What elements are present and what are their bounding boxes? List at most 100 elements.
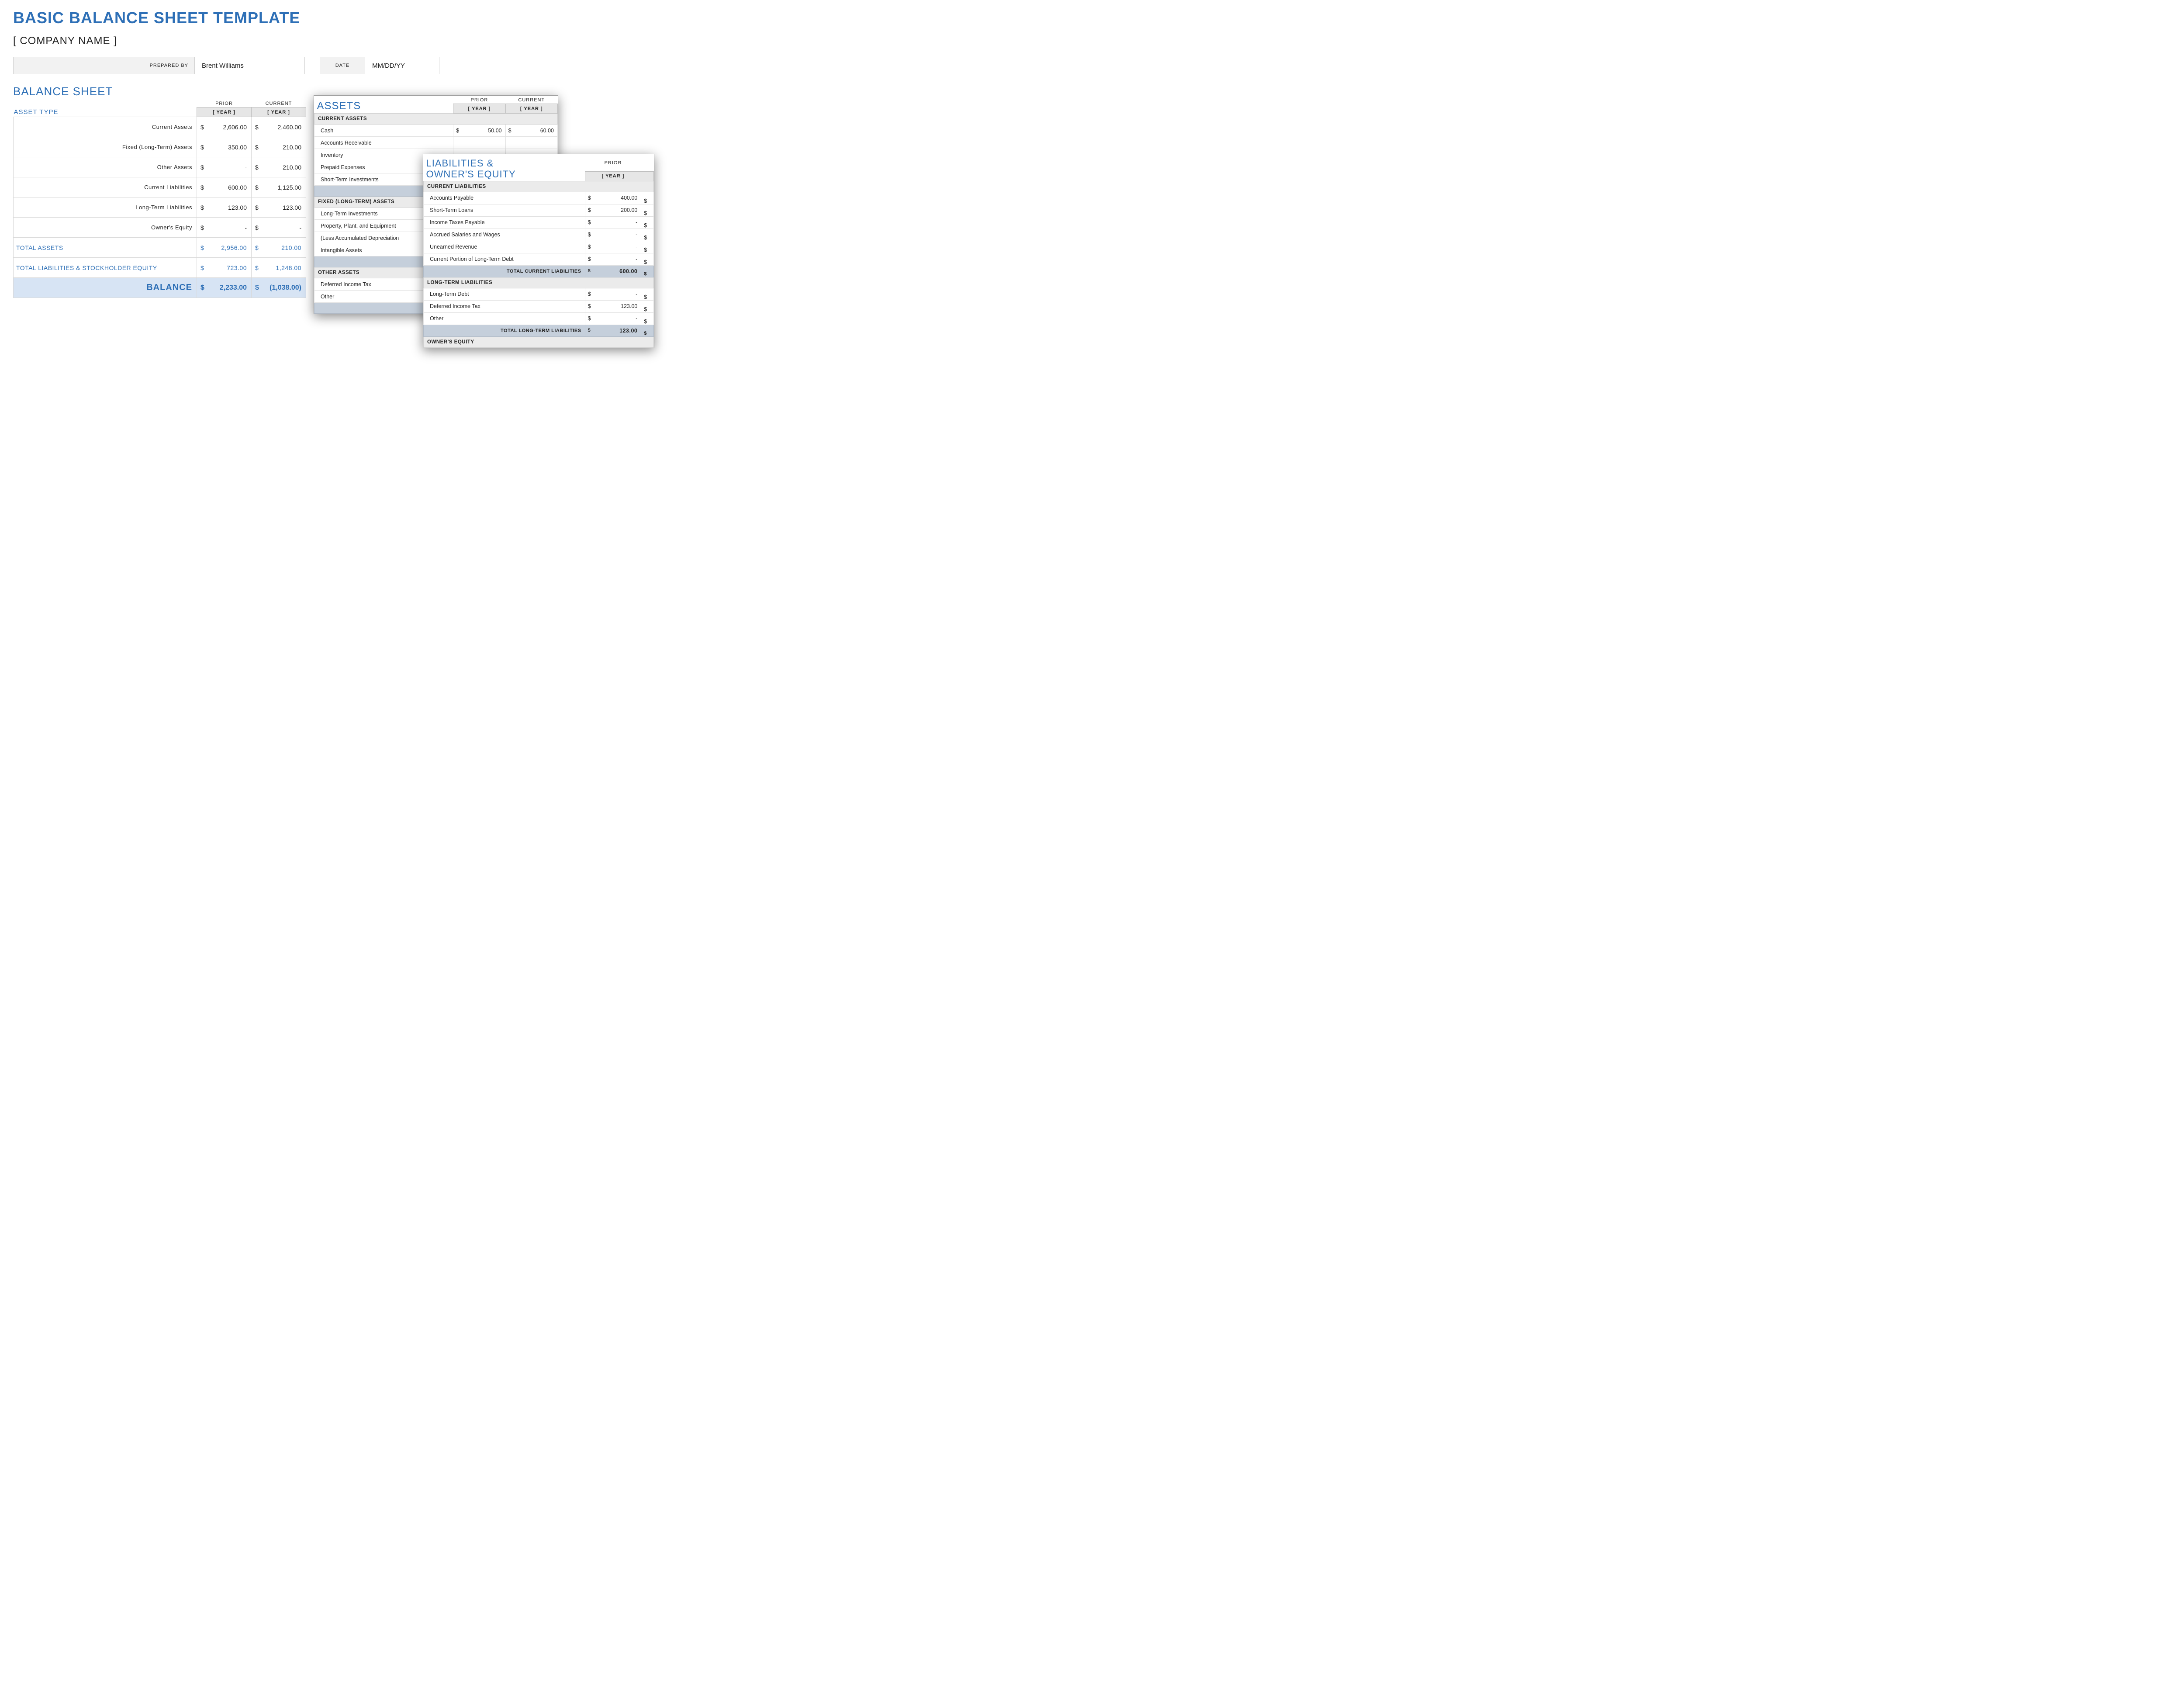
table-row: Unearned Revenue$-$ <box>424 241 654 253</box>
summary-row-label: Long-Term Liabilities <box>14 197 197 218</box>
line-current[interactable]: $60.00 <box>505 125 557 137</box>
line-label: Unearned Revenue <box>424 241 585 253</box>
summary-row-prior[interactable]: $2,606.00 <box>197 117 252 137</box>
summary-row-current[interactable]: $1,125.00 <box>252 177 306 197</box>
table-row: Accounts Payable$400.00$ <box>424 192 654 204</box>
total-liab-current: $1,248.00 <box>252 258 306 278</box>
line-current-stub[interactable]: $ <box>641 204 654 216</box>
summary-row-label: Fixed (Long-Term) Assets <box>14 137 197 157</box>
total-assets-prior: $2,956.00 <box>197 238 252 258</box>
line-label: Short-Term Loans <box>424 204 585 216</box>
assets-prior-year[interactable]: [ YEAR ] <box>453 104 505 114</box>
summary-row-prior[interactable]: $600.00 <box>197 177 252 197</box>
balance-row: BALANCE $2,233.00 $(1,038.00) <box>14 278 306 298</box>
total-assets-label: TOTAL ASSETS <box>14 238 197 258</box>
summary-row-current[interactable]: $210.00 <box>252 157 306 177</box>
liab-total-longterm-label: TOTAL LONG-TERM LIABILITIES <box>424 325 585 336</box>
summary-row-label: Current Liabilities <box>14 177 197 197</box>
line-label: Deferred Income Tax <box>424 300 585 312</box>
line-prior[interactable]: $- <box>585 253 641 265</box>
line-prior[interactable]: $- <box>585 312 641 325</box>
line-prior[interactable] <box>453 137 505 149</box>
summary-row-current[interactable]: $- <box>252 218 306 238</box>
col-prior-label: PRIOR <box>197 99 252 107</box>
line-label: Accounts Receivable <box>314 137 453 149</box>
summary-row: Fixed (Long-Term) Assets$350.00$210.00 <box>14 137 306 157</box>
line-current-stub[interactable]: $ <box>641 312 654 325</box>
summary-row-label: Owner's Equity <box>14 218 197 238</box>
line-current[interactable] <box>505 137 557 149</box>
table-row: Deferred Income Tax$123.00$ <box>424 300 654 312</box>
line-prior[interactable]: $50.00 <box>453 125 505 137</box>
prior-year-cell[interactable]: [ YEAR ] <box>197 107 252 117</box>
liab-col-prior: PRIOR <box>585 154 641 171</box>
current-liab-header: CURRENT LIABILITIES <box>424 181 654 192</box>
liab-total-current-prior: $600.00 <box>585 265 641 277</box>
total-liab-row: TOTAL LIABILITIES & STOCKHOLDER EQUITY $… <box>14 258 306 278</box>
table-row: Other$-$ <box>424 312 654 325</box>
line-current-stub[interactable]: $ <box>641 192 654 204</box>
longterm-liab-header: LONG-TERM LIABILITIES <box>424 277 654 288</box>
total-assets-current: $210.00 <box>252 238 306 258</box>
date-value[interactable]: MM/DD/YY <box>365 57 439 74</box>
summary-row-label: Other Assets <box>14 157 197 177</box>
line-label: Income Taxes Payable <box>424 216 585 229</box>
line-label: Current Portion of Long-Term Debt <box>424 253 585 265</box>
liab-total-current-label: TOTAL CURRENT LIABILITIES <box>424 265 585 277</box>
line-prior[interactable]: $123.00 <box>585 300 641 312</box>
table-row: Long-Term Debt$-$ <box>424 288 654 300</box>
summary-row: Current Assets$2,606.00$2,460.00 <box>14 117 306 137</box>
line-label: Accrued Salaries and Wages <box>424 229 585 241</box>
liab-prior-year[interactable]: [ YEAR ] <box>585 171 641 181</box>
line-prior[interactable]: $400.00 <box>585 192 641 204</box>
summary-row-prior[interactable]: $- <box>197 218 252 238</box>
balance-label: BALANCE <box>14 278 197 298</box>
balance-prior: $2,233.00 <box>197 278 252 298</box>
liab-total-longterm-row: TOTAL LONG-TERM LIABILITIES $123.00 $ <box>424 325 654 336</box>
prepared-by-box: PREPARED BY Brent Williams <box>13 57 305 74</box>
line-current-stub[interactable]: $ <box>641 253 654 265</box>
line-prior[interactable]: $- <box>585 241 641 253</box>
summary-row-current[interactable]: $2,460.00 <box>252 117 306 137</box>
current-year-cell[interactable]: [ YEAR ] <box>252 107 306 117</box>
summary-row-prior[interactable]: $123.00 <box>197 197 252 218</box>
line-current-stub[interactable]: $ <box>641 216 654 229</box>
line-label: Long-Term Debt <box>424 288 585 300</box>
company-name: [ COMPANY NAME ] <box>13 35 642 47</box>
line-current-stub[interactable]: $ <box>641 229 654 241</box>
liabilities-panel-title: LIABILITIES &OWNER'S EQUITY <box>424 154 585 181</box>
line-prior[interactable]: $- <box>585 288 641 300</box>
summary-row: Long-Term Liabilities$123.00$123.00 <box>14 197 306 218</box>
assets-panel-title: ASSETS <box>314 96 453 114</box>
meta-row: PREPARED BY Brent Williams DATE MM/DD/YY <box>13 57 642 74</box>
total-assets-row: TOTAL ASSETS $2,956.00 $210.00 <box>14 238 306 258</box>
summary-row-prior[interactable]: $- <box>197 157 252 177</box>
summary-row-prior[interactable]: $350.00 <box>197 137 252 157</box>
summary-row-label: Current Assets <box>14 117 197 137</box>
line-prior[interactable]: $- <box>585 229 641 241</box>
date-box: DATE MM/DD/YY <box>320 57 439 74</box>
line-current-stub[interactable]: $ <box>641 300 654 312</box>
summary-row: Owner's Equity$-$- <box>14 218 306 238</box>
summary-row-current[interactable]: $210.00 <box>252 137 306 157</box>
prepared-by-value[interactable]: Brent Williams <box>195 57 305 74</box>
line-current-stub[interactable]: $ <box>641 288 654 300</box>
date-label: DATE <box>320 57 365 74</box>
liab-total-current-row: TOTAL CURRENT LIABILITIES $600.00 $ <box>424 265 654 277</box>
summary-row: Current Liabilities$600.00$1,125.00 <box>14 177 306 197</box>
assets-col-prior: PRIOR <box>453 96 505 104</box>
summary-table: ASSET TYPE PRIOR CURRENT [ YEAR ] [ YEAR… <box>13 99 306 298</box>
doc-title: BASIC BALANCE SHEET TEMPLATE <box>13 9 642 27</box>
line-label: Accounts Payable <box>424 192 585 204</box>
line-label: Other <box>424 312 585 325</box>
line-prior[interactable]: $200.00 <box>585 204 641 216</box>
liab-total-longterm-prior: $123.00 <box>585 325 641 336</box>
current-assets-header: CURRENT ASSETS <box>314 114 558 125</box>
line-current-stub[interactable]: $ <box>641 241 654 253</box>
line-prior[interactable]: $- <box>585 216 641 229</box>
prepared-by-label: PREPARED BY <box>13 57 195 74</box>
assets-current-year[interactable]: [ YEAR ] <box>505 104 557 114</box>
summary-row-current[interactable]: $123.00 <box>252 197 306 218</box>
table-row: Accrued Salaries and Wages$-$ <box>424 229 654 241</box>
table-row: Short-Term Loans$200.00$ <box>424 204 654 216</box>
